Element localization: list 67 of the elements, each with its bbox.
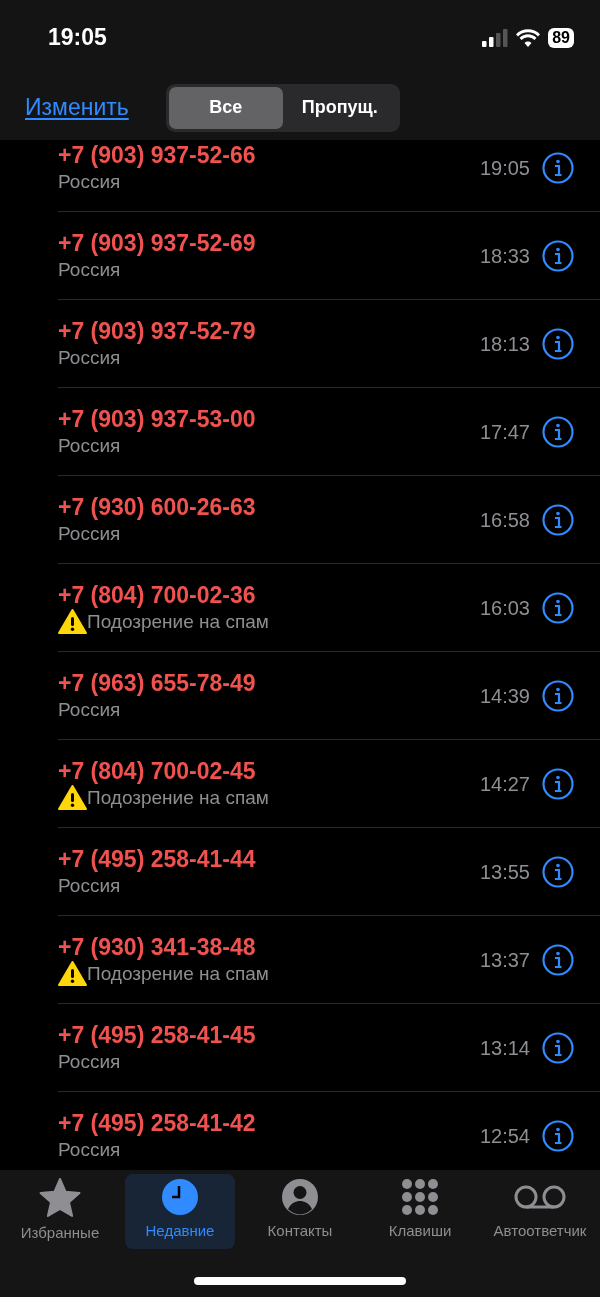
- tab-bar-item[interactable]: Контакты: [245, 1174, 355, 1249]
- person-icon: [281, 1178, 319, 1216]
- info-button[interactable]: [542, 1119, 574, 1152]
- spam-label: Подозрение на спам: [87, 961, 269, 986]
- phone-number[interactable]: +7 (495) 258-41-45: [58, 1020, 256, 1049]
- spam-label: Подозрение на спам: [87, 785, 269, 810]
- edit-link[interactable]: Изменить: [25, 90, 129, 125]
- call-location: Россия: [58, 169, 121, 194]
- call-location: Россия: [58, 433, 121, 458]
- info-button[interactable]: [542, 415, 574, 448]
- info-button[interactable]: [542, 591, 574, 624]
- phone-number[interactable]: +7 (804) 700-02-45: [58, 756, 269, 785]
- call-location: Россия: [58, 257, 121, 282]
- info-button[interactable]: [542, 503, 574, 536]
- phone-number[interactable]: +7 (903) 937-52-69: [58, 228, 256, 257]
- info-button[interactable]: [542, 943, 574, 976]
- status-time: 19:05: [48, 23, 107, 53]
- call-time: 12:54: [479, 1123, 530, 1149]
- warning-icon: [58, 609, 87, 634]
- warning-icon: [58, 961, 87, 986]
- phone-number[interactable]: +7 (903) 937-52-66: [58, 140, 256, 169]
- call-time: 14:39: [479, 683, 530, 709]
- info-button[interactable]: [542, 855, 574, 888]
- call-time: 16:03: [479, 595, 530, 621]
- info-button[interactable]: [542, 151, 574, 184]
- tab-bar-item[interactable]: Автоответчик: [485, 1174, 595, 1249]
- info-button[interactable]: [542, 239, 574, 272]
- info-button[interactable]: [542, 1031, 574, 1064]
- star-icon: [39, 1178, 81, 1218]
- warning-icon: [58, 785, 87, 810]
- call-time: 17:47: [479, 419, 530, 445]
- filter-segment[interactable]: Пропущ.: [282, 86, 397, 129]
- tab-bar-item[interactable]: Недавние: [125, 1174, 235, 1249]
- info-button[interactable]: [542, 767, 574, 800]
- phone-number[interactable]: +7 (495) 258-41-42: [58, 1108, 256, 1137]
- wifi-icon: [516, 28, 541, 47]
- call-location: Россия: [58, 873, 121, 898]
- call-location: Россия: [58, 521, 121, 546]
- call-time: 19:05: [479, 155, 530, 181]
- phone-number[interactable]: +7 (804) 700-02-36: [58, 580, 269, 609]
- spam-label: Подозрение на спам: [87, 609, 269, 634]
- phone-number[interactable]: +7 (903) 937-53-00: [58, 404, 256, 433]
- call-location: Россия: [58, 697, 121, 722]
- phone-number[interactable]: +7 (930) 600-26-63: [58, 492, 256, 521]
- call-time: 18:33: [479, 243, 530, 269]
- signal-icon: [482, 28, 509, 47]
- call-time: 13:37: [479, 947, 530, 973]
- phone-number[interactable]: +7 (963) 655-78-49: [58, 668, 256, 697]
- keypad-icon: [401, 1178, 439, 1216]
- call-time: 13:55: [479, 859, 530, 885]
- call-location: Россия: [58, 1049, 121, 1074]
- phone-number[interactable]: +7 (495) 258-41-44: [58, 844, 256, 873]
- phone-number[interactable]: +7 (903) 937-52-79: [58, 316, 256, 345]
- battery-level: 89: [548, 27, 574, 48]
- tab-bar-item[interactable]: Клавиши: [365, 1174, 475, 1249]
- call-location: Россия: [58, 1137, 121, 1162]
- call-location: Россия: [58, 345, 121, 370]
- info-button[interactable]: [542, 327, 574, 360]
- call-time: 13:14: [479, 1035, 530, 1061]
- tab-bar-item[interactable]: Избранные: [5, 1174, 115, 1251]
- call-time: 18:13: [479, 331, 530, 357]
- clock-icon: [161, 1178, 199, 1216]
- phone-number[interactable]: +7 (930) 341-38-48: [58, 932, 269, 961]
- call-time: 14:27: [479, 771, 530, 797]
- info-button[interactable]: [542, 679, 574, 712]
- call-time: 16:58: [479, 507, 530, 533]
- filter-segment[interactable]: Все: [168, 86, 283, 129]
